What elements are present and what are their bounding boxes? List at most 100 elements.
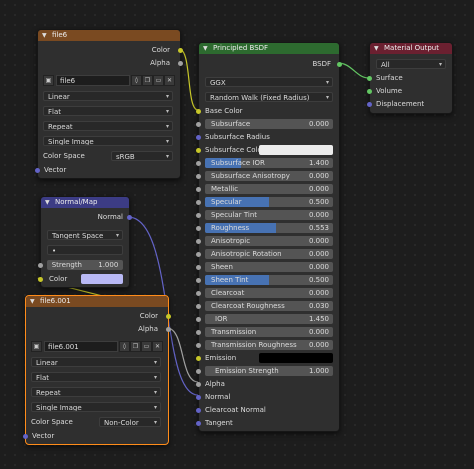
output-alpha-socket[interactable] xyxy=(178,61,183,66)
input-specular-socket[interactable] xyxy=(196,200,201,205)
input-vector-socket[interactable] xyxy=(35,168,40,173)
shield-icon[interactable]: ◊ xyxy=(119,341,130,352)
folder-icon[interactable]: ▭ xyxy=(141,341,152,352)
chevron-down-icon[interactable]: ▼ xyxy=(30,296,35,307)
output-bsdf-socket[interactable] xyxy=(337,62,342,67)
input-color-socket[interactable] xyxy=(38,277,43,282)
input-anisotropic-rotation-socket[interactable] xyxy=(196,252,201,257)
input-strength-socket[interactable] xyxy=(38,263,43,268)
chevron-down-icon[interactable]: ▼ xyxy=(45,197,50,208)
transmission-field[interactable]: Transmission 0.000 xyxy=(205,327,333,337)
clearcoat-roughness-field[interactable]: Clearcoat Roughness 0.030 xyxy=(205,301,333,311)
image-texture-node-file6[interactable]: ▼ file6 Color Alpha ▣ file6 ◊ ❐ ▭ ✕ Linea… xyxy=(35,29,183,179)
sheen-field[interactable]: Sheen 0.000 xyxy=(205,262,333,272)
input-sheen-tint-socket[interactable] xyxy=(196,278,201,283)
input-metallic-socket[interactable] xyxy=(196,187,201,192)
image-browse-icon[interactable]: ▣ xyxy=(31,341,42,352)
image-browse-icon[interactable]: ▣ xyxy=(43,75,54,86)
image-selector[interactable]: ▣ file6.001 ◊ ❐ ▭ ✕ xyxy=(31,341,163,352)
material-output-node[interactable]: ▼ Material Output All ▾ Surface Volume Dis… xyxy=(367,42,453,114)
input-subsurface-anisotropy-socket[interactable] xyxy=(196,174,201,179)
projection-dropdown[interactable]: Flat ▾ xyxy=(43,106,173,116)
uv-map-field[interactable]: • xyxy=(47,245,123,255)
input-clearcoat-socket[interactable] xyxy=(196,291,201,296)
extension-dropdown[interactable]: Repeat ▾ xyxy=(31,387,161,397)
image-name-field[interactable]: file6 xyxy=(56,75,130,86)
specular-tint-field[interactable]: Specular Tint 0.000 xyxy=(205,210,333,220)
input-ior-socket[interactable] xyxy=(196,317,201,322)
subsurface-field[interactable]: Subsurface 0.000 xyxy=(205,119,333,129)
node-header[interactable]: ▼ file6.001 xyxy=(26,296,168,307)
anisotropic-rotation-field[interactable]: Anisotropic Rotation 0.000 xyxy=(205,249,333,259)
output-color-socket[interactable] xyxy=(178,48,183,53)
input-transmission-socket[interactable] xyxy=(196,330,201,335)
duplicate-icon[interactable]: ❐ xyxy=(130,341,141,352)
roughness-field[interactable]: Roughness 0.553 xyxy=(205,223,333,233)
principled-bsdf-node[interactable]: ▼ Principled BSDF BSDF GGX ▾ Random Walk (… xyxy=(196,42,342,432)
chevron-down-icon[interactable]: ▼ xyxy=(374,43,379,54)
space-dropdown[interactable]: Tangent Space ▾ xyxy=(47,230,123,240)
close-icon[interactable]: ✕ xyxy=(152,341,163,352)
input-volume-socket[interactable] xyxy=(367,89,372,94)
input-alpha-socket[interactable] xyxy=(196,382,201,387)
subsurface-color-swatch[interactable] xyxy=(259,145,333,155)
emission-color-swatch[interactable] xyxy=(259,353,333,363)
image-selector[interactable]: ▣ file6 ◊ ❐ ▭ ✕ xyxy=(43,75,175,86)
node-header[interactable]: ▼ Normal/Map xyxy=(41,197,129,208)
input-clearcoat-normal-socket[interactable] xyxy=(196,408,201,413)
input-subsurface-color-socket[interactable] xyxy=(196,148,201,153)
interpolation-dropdown[interactable]: Linear ▾ xyxy=(43,91,173,101)
interpolation-dropdown[interactable]: Linear ▾ xyxy=(31,357,161,367)
color-space-dropdown[interactable]: sRGB ▾ xyxy=(111,151,173,161)
subsurface-anisotropy-field[interactable]: Subsurface Anisotropy 0.000 xyxy=(205,171,333,181)
distribution-dropdown[interactable]: GGX ▾ xyxy=(205,77,333,87)
input-anisotropic-socket[interactable] xyxy=(196,239,201,244)
anisotropic-field[interactable]: Anisotropic 0.000 xyxy=(205,236,333,246)
extension-dropdown[interactable]: Repeat ▾ xyxy=(43,121,173,131)
target-dropdown[interactable]: All ▾ xyxy=(376,59,446,69)
input-emission-socket[interactable] xyxy=(196,356,201,361)
input-roughness-socket[interactable] xyxy=(196,226,201,231)
image-texture-node-file6-001[interactable]: ▼ file6.001 Color Alpha ▣ file6.001 ◊ ❐ ▭… xyxy=(23,295,171,445)
transmission-roughness-field[interactable]: Transmission Roughness 0.000 xyxy=(205,340,333,350)
output-alpha-socket[interactable] xyxy=(166,327,171,332)
input-surface-socket[interactable] xyxy=(367,76,372,81)
input-base-color-socket[interactable] xyxy=(196,109,201,114)
output-normal-socket[interactable] xyxy=(127,215,132,220)
chevron-down-icon[interactable]: ▼ xyxy=(203,43,208,54)
input-sheen-socket[interactable] xyxy=(196,265,201,270)
input-emission-strength-socket[interactable] xyxy=(196,369,201,374)
duplicate-icon[interactable]: ❐ xyxy=(142,75,153,86)
projection-dropdown[interactable]: Flat ▾ xyxy=(31,372,161,382)
folder-icon[interactable]: ▭ xyxy=(153,75,164,86)
color-space-dropdown[interactable]: Non-Color ▾ xyxy=(99,417,161,427)
strength-field[interactable]: Strength 1.000 xyxy=(47,260,123,270)
input-specular-tint-socket[interactable] xyxy=(196,213,201,218)
emission-strength-field[interactable]: Emission Strength 1.000 xyxy=(205,366,333,376)
input-displacement-socket[interactable] xyxy=(367,102,372,107)
metallic-field[interactable]: Metallic 0.000 xyxy=(205,184,333,194)
specular-field[interactable]: Specular 0.500 xyxy=(205,197,333,207)
input-subsurface-socket[interactable] xyxy=(196,122,201,127)
node-header[interactable]: ▼ Principled BSDF xyxy=(199,43,339,54)
image-name-field[interactable]: file6.001 xyxy=(44,341,118,352)
source-dropdown[interactable]: Single Image ▾ xyxy=(31,402,161,412)
input-clearcoat-roughness-socket[interactable] xyxy=(196,304,201,309)
input-normal-socket[interactable] xyxy=(196,395,201,400)
output-color-socket[interactable] xyxy=(166,314,171,319)
close-icon[interactable]: ✕ xyxy=(164,75,175,86)
chevron-down-icon[interactable]: ▼ xyxy=(42,30,47,41)
subsurface-method-dropdown[interactable]: Random Walk (Fixed Radius) ▾ xyxy=(205,92,333,102)
clearcoat-field[interactable]: Clearcoat 0.000 xyxy=(205,288,333,298)
source-dropdown[interactable]: Single Image ▾ xyxy=(43,136,173,146)
input-transmission-roughness-socket[interactable] xyxy=(196,343,201,348)
subsurface-ior-field[interactable]: Subsurface IOR 1.400 xyxy=(205,158,333,168)
input-subsurface-radius-socket[interactable] xyxy=(196,135,201,140)
node-header[interactable]: ▼ file6 xyxy=(38,30,180,41)
sheen-tint-field[interactable]: Sheen Tint 0.500 xyxy=(205,275,333,285)
shield-icon[interactable]: ◊ xyxy=(131,75,142,86)
input-tangent-socket[interactable] xyxy=(196,421,201,426)
color-swatch[interactable] xyxy=(81,274,123,284)
ior-field[interactable]: IOR 1.450 xyxy=(205,314,333,324)
input-vector-socket[interactable] xyxy=(23,434,28,439)
